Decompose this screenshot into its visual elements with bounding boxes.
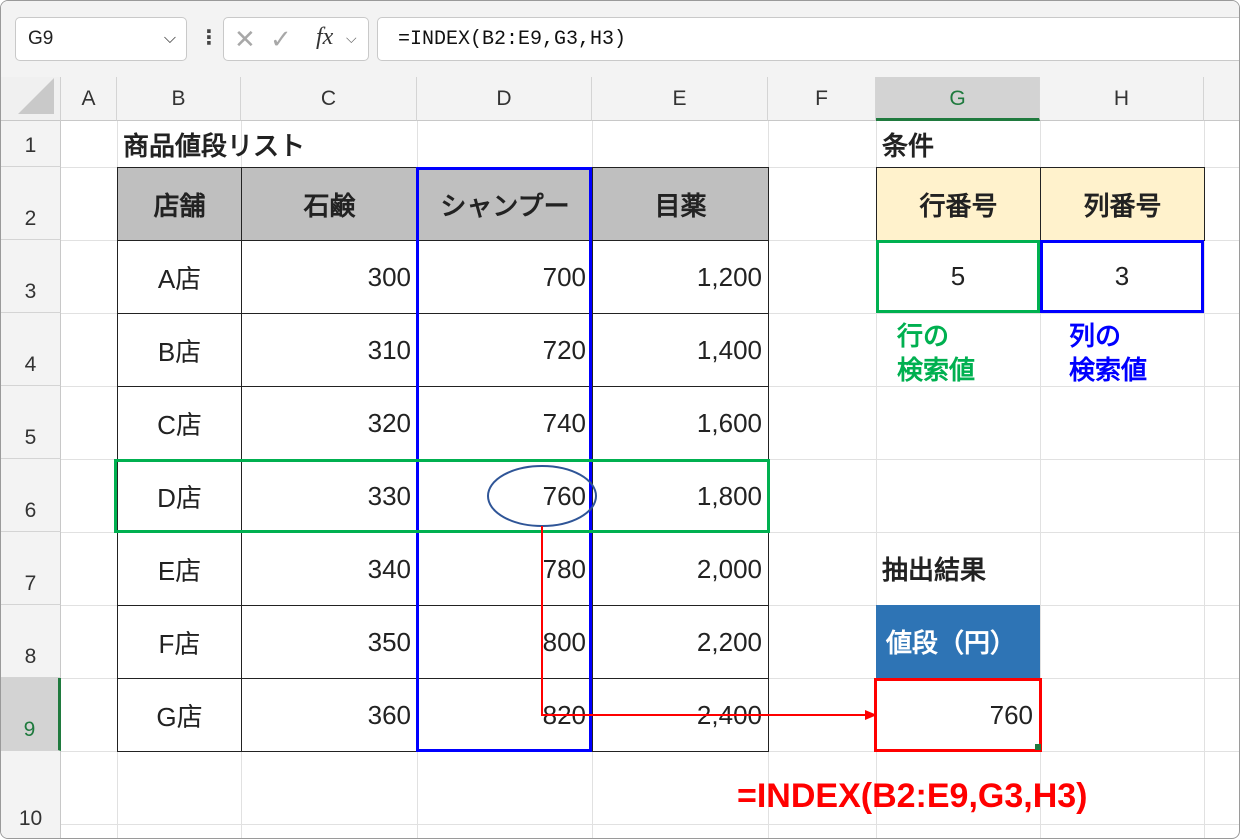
col-lookup-note-line2: 検索値 xyxy=(1069,355,1148,385)
table-cell[interactable]: 720 xyxy=(417,313,593,387)
chevron-down-icon[interactable]: ⌵ xyxy=(164,30,176,48)
table-cell[interactable]: 320 xyxy=(241,386,418,460)
formula-bar: G9 ⌵ ⋮ ✕ ✓ fx ⌵ =INDEX(B2:E9,G3,H3) xyxy=(1,1,1239,77)
row-header-7[interactable]: 7 xyxy=(1,532,61,605)
formula-annotation: =INDEX(B2:E9,G3,H3) xyxy=(737,777,1088,815)
table-cell[interactable]: B店 xyxy=(117,313,242,387)
table-cell[interactable]: 340 xyxy=(241,532,418,606)
table-cell[interactable]: 1,400 xyxy=(592,313,769,387)
row-header-8[interactable]: 8 xyxy=(1,605,61,678)
table-cell[interactable]: 740 xyxy=(417,386,593,460)
col-number-input[interactable]: 3 xyxy=(1040,240,1204,313)
column-header-e[interactable]: E xyxy=(592,77,768,121)
more-options-icon[interactable]: ⋮ xyxy=(199,25,219,50)
row-number-input[interactable]: 5 xyxy=(876,240,1040,313)
chevron-down-icon[interactable]: ⌵ xyxy=(346,30,357,47)
table-cell[interactable]: 760 xyxy=(417,459,593,533)
col-lookup-note: 列の 検索値 xyxy=(1069,319,1147,387)
formula-text: =INDEX(B2:E9,G3,H3) xyxy=(398,28,627,51)
table-cell[interactable]: D店 xyxy=(117,459,242,533)
column-header-h[interactable]: H xyxy=(1040,77,1204,121)
row-lookup-note-line1: 行の xyxy=(897,321,950,351)
col-lookup-note-line1: 列の xyxy=(1069,321,1122,351)
table-cell[interactable]: 330 xyxy=(241,459,418,533)
row-lookup-note-line2: 検索値 xyxy=(897,355,976,385)
row-header-2[interactable]: 2 xyxy=(1,167,61,240)
table-cell[interactable]: 1,200 xyxy=(592,240,769,314)
table-title[interactable]: 商品値段リスト xyxy=(117,121,417,167)
table-cell[interactable]: E店 xyxy=(117,532,242,606)
table-header-eyedrops[interactable]: 目薬 xyxy=(592,167,769,241)
select-all-triangle-icon xyxy=(18,78,54,114)
column-header-a[interactable]: A xyxy=(61,77,117,121)
name-box-value: G9 xyxy=(28,28,54,49)
row-header-10[interactable]: 10 xyxy=(1,751,61,838)
table-cell[interactable]: 780 xyxy=(417,532,593,606)
insert-function-icon[interactable]: fx xyxy=(316,24,333,51)
select-all-button[interactable] xyxy=(1,77,61,121)
table-cell[interactable]: 350 xyxy=(241,605,418,679)
table-cell[interactable]: 360 xyxy=(241,678,418,752)
table-cell[interactable]: C店 xyxy=(117,386,242,460)
row-header-1[interactable]: 1 xyxy=(1,121,61,167)
row-header-3[interactable]: 3 xyxy=(1,240,61,313)
column-header-g[interactable]: G xyxy=(876,77,1040,121)
column-header-d[interactable]: D xyxy=(417,77,592,121)
table-cell[interactable]: A店 xyxy=(117,240,242,314)
formula-tools: ✕ ✓ fx ⌵ xyxy=(223,17,369,61)
row-header-5[interactable]: 5 xyxy=(1,386,61,459)
table-cell[interactable]: 820 xyxy=(417,678,593,752)
table-cell[interactable]: 1,600 xyxy=(592,386,769,460)
column-header-f[interactable]: F xyxy=(768,77,876,121)
conditions-label[interactable]: 条件 xyxy=(876,121,1040,167)
row-number-header[interactable]: 行番号 xyxy=(876,167,1041,241)
table-cell[interactable]: 2,000 xyxy=(592,532,769,606)
table-header-soap[interactable]: 石鹸 xyxy=(241,167,418,241)
cancel-icon[interactable]: ✕ xyxy=(234,24,256,55)
row-header-6[interactable]: 6 xyxy=(1,459,61,532)
table-cell[interactable]: 2,200 xyxy=(592,605,769,679)
spreadsheet-window: G9 ⌵ ⋮ ✕ ✓ fx ⌵ =INDEX(B2:E9,G3,H3) A B … xyxy=(0,0,1240,839)
col-number-header[interactable]: 列番号 xyxy=(1040,167,1205,241)
table-cell[interactable]: G店 xyxy=(117,678,242,752)
table-cell[interactable]: 1,800 xyxy=(592,459,769,533)
table-header-store[interactable]: 店舗 xyxy=(117,167,242,241)
table-cell[interactable]: F店 xyxy=(117,605,242,679)
table-cell[interactable]: 310 xyxy=(241,313,418,387)
table-header-shampoo[interactable]: シャンプー xyxy=(417,167,593,241)
row-lookup-note: 行の 検索値 xyxy=(897,319,975,387)
name-box[interactable]: G9 ⌵ xyxy=(15,17,187,61)
column-header-b[interactable]: B xyxy=(117,77,241,121)
price-header[interactable]: 値段（円） xyxy=(876,605,1040,678)
result-cell-selected[interactable]: 760 xyxy=(874,678,1042,752)
column-header-i[interactable] xyxy=(1204,77,1239,121)
row-header-9[interactable]: 9 xyxy=(1,678,61,751)
column-header-c[interactable]: C xyxy=(241,77,417,121)
result-label[interactable]: 抽出結果 xyxy=(876,532,1040,605)
table-cell[interactable]: 2,400 xyxy=(592,678,769,752)
table-cell[interactable]: 300 xyxy=(241,240,418,314)
enter-check-icon[interactable]: ✓ xyxy=(270,24,292,55)
table-cell[interactable]: 800 xyxy=(417,605,593,679)
row-header-4[interactable]: 4 xyxy=(1,313,61,386)
fill-handle[interactable] xyxy=(1035,744,1041,750)
formula-input[interactable]: =INDEX(B2:E9,G3,H3) xyxy=(377,17,1239,61)
table-cell[interactable]: 700 xyxy=(417,240,593,314)
